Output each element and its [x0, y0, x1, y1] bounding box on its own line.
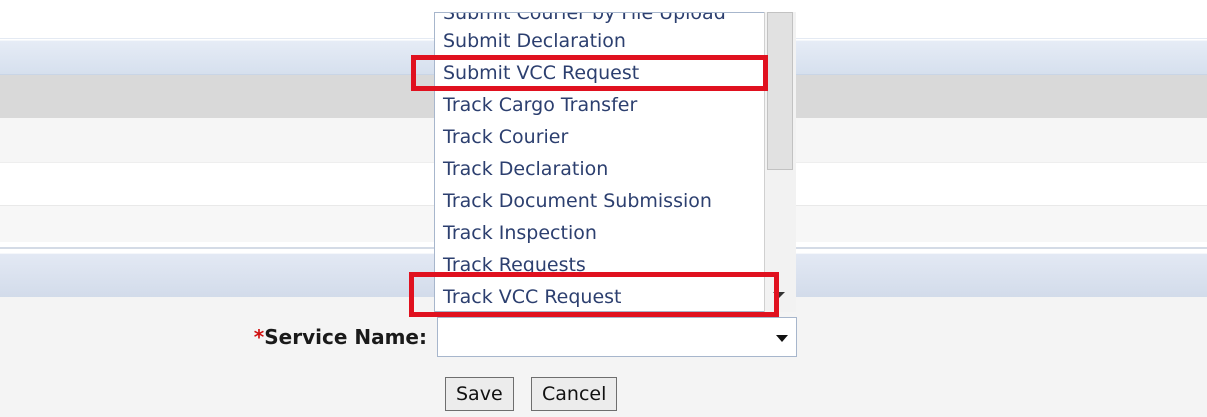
cancel-button[interactable]: Cancel	[531, 377, 618, 411]
required-asterisk: *	[253, 325, 265, 349]
service-name-label-text: Service Name:	[264, 325, 427, 349]
dropdown-option[interactable]: Track Cargo Transfer	[443, 89, 637, 121]
service-name-label: *Service Name:	[254, 325, 427, 349]
dropdown-option[interactable]: Submit Declaration	[443, 25, 626, 57]
scrollbar-thumb[interactable]	[767, 12, 793, 170]
save-button[interactable]: Save	[445, 377, 514, 411]
dropdown-scrollbar[interactable]	[764, 12, 796, 312]
highlight-box-submit-vcc-request	[411, 55, 768, 91]
dropdown-option[interactable]: Track Courier	[443, 121, 568, 153]
dropdown-option[interactable]: Track Inspection	[443, 217, 597, 249]
highlight-box-track-vcc-request	[409, 272, 779, 317]
dropdown-option[interactable]: Track Declaration	[443, 153, 608, 185]
service-name-select[interactable]	[437, 317, 797, 357]
chevron-down-icon[interactable]	[776, 335, 788, 342]
dropdown-option[interactable]: Track Document Submission	[443, 185, 712, 217]
